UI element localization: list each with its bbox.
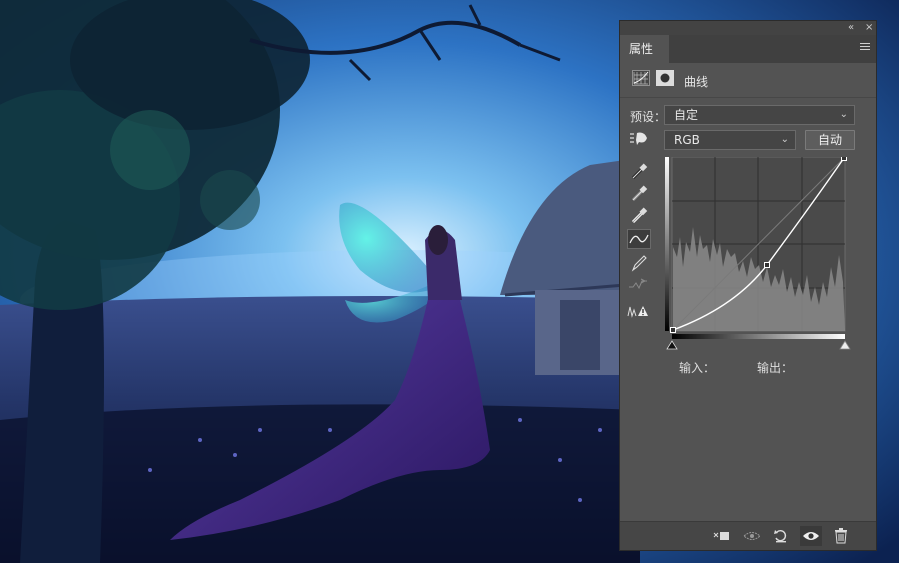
white-eyedropper-icon[interactable] (627, 205, 651, 225)
preset-select[interactable]: 自定 ⌄ (664, 105, 855, 125)
black-point-slider[interactable] (666, 340, 678, 350)
close-panel-button[interactable]: × (865, 21, 873, 35)
white-point-slider[interactable] (839, 340, 851, 350)
clipping-warning-icon[interactable] (627, 301, 651, 321)
trash-icon[interactable] (830, 526, 852, 546)
curve-point-white[interactable] (841, 155, 847, 161)
input-label: 输入： (679, 361, 716, 375)
black-eyedropper-icon[interactable] (627, 161, 651, 181)
output-label: 输出： (757, 361, 794, 375)
smooth-icon[interactable] (627, 275, 651, 295)
gray-eyedropper-icon[interactable] (627, 183, 651, 203)
adjustment-title: 曲线 (684, 75, 709, 89)
input-gradient-bar (672, 334, 845, 339)
properties-panel: « × 属性 曲线 预设： 自定 ⌄ RGB ⌄ 自动 输入： 输出： (619, 20, 877, 551)
curves-graph[interactable] (665, 155, 855, 353)
curve-point-tool-icon[interactable] (627, 229, 651, 249)
panel-menu-icon[interactable] (860, 43, 870, 53)
visibility-eye-icon[interactable] (800, 526, 822, 546)
panel-bottom-bar (620, 521, 876, 550)
chevron-down-icon: ⌄ (780, 134, 789, 145)
collapse-panel-button[interactable]: « (848, 21, 854, 35)
auto-button[interactable]: 自动 (805, 130, 855, 150)
target-adjust-icon[interactable] (627, 129, 651, 149)
channel-select[interactable]: RGB ⌄ (664, 130, 796, 150)
channel-value: RGB (674, 133, 700, 147)
mask-icon[interactable] (656, 70, 674, 86)
pencil-icon[interactable] (627, 253, 651, 273)
chevron-down-icon: ⌄ (839, 109, 848, 120)
tab-properties[interactable]: 属性 (620, 35, 669, 63)
preset-label: 预设： (630, 110, 667, 124)
adjustment-header: 曲线 (620, 63, 876, 97)
output-gradient-bar (665, 157, 669, 331)
curve-point-black[interactable] (670, 327, 676, 333)
curves-adjustment-icon[interactable] (632, 70, 650, 86)
panel-tab-bar: 属性 (620, 35, 876, 63)
view-previous-icon[interactable] (741, 526, 763, 546)
reset-icon[interactable] (770, 526, 792, 546)
clip-to-layer-icon[interactable] (711, 526, 733, 546)
panel-title-bar: « × (620, 21, 876, 35)
curve-point-mid[interactable] (764, 262, 770, 268)
divider (620, 97, 876, 98)
preset-value: 自定 (674, 108, 699, 122)
